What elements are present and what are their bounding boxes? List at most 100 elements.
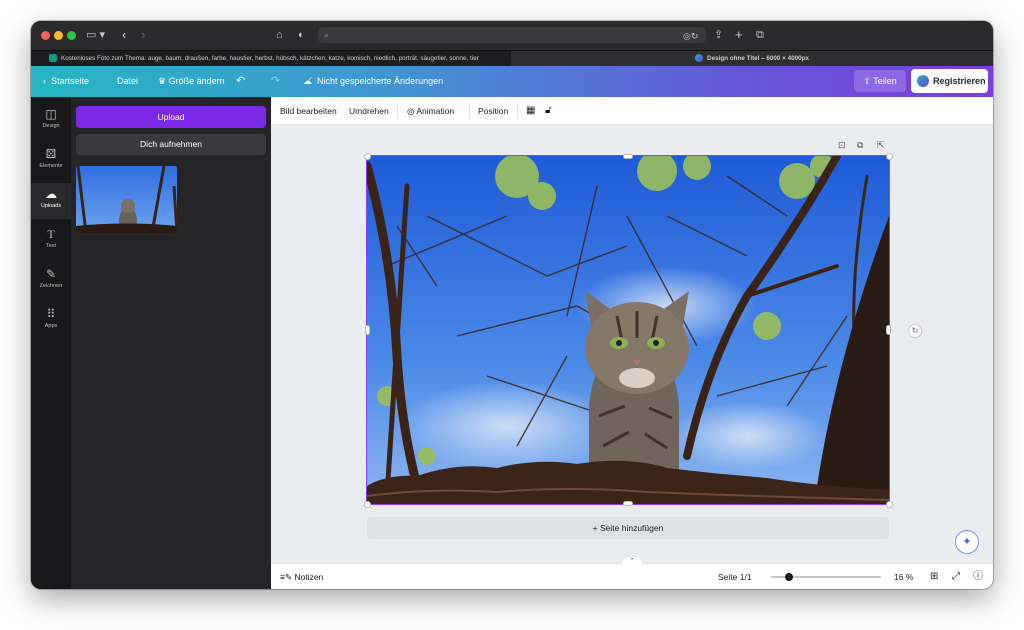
divider (517, 104, 518, 118)
resize-handle-top[interactable] (623, 154, 633, 159)
chevron-up-icon: ⌃ (629, 558, 635, 565)
resize-handle-left[interactable] (365, 325, 370, 335)
rotate-button[interactable]: ↻ (908, 324, 922, 338)
zoom-slider[interactable] (771, 573, 881, 581)
lock-button[interactable]: 🔓︎ (545, 97, 551, 125)
nav-label: Design (42, 123, 60, 129)
nav-draw[interactable]: ✎ Zeichnen (31, 267, 71, 289)
cloud-off-icon: ☁̸ (303, 76, 318, 86)
nav-uploads[interactable]: ☁ Uploads (31, 183, 71, 219)
transparency-button[interactable]: ▦ (526, 97, 535, 125)
nav-apps[interactable]: ⠿ Apps (31, 307, 71, 329)
nav-design[interactable]: ◫ Design (31, 107, 71, 129)
share-icon[interactable]: ⇪ (714, 30, 723, 41)
nav-label: Uploads (40, 203, 62, 209)
text-icon: T (47, 227, 55, 241)
edit-image-button[interactable]: Bild bearbeiten (280, 97, 337, 125)
resize-handle-top-right[interactable] (886, 153, 893, 160)
checkerboard-icon: ▦ (526, 105, 536, 116)
home-link[interactable]: ‹ Startseite (43, 66, 89, 97)
register-button[interactable]: Registrieren (911, 69, 988, 93)
record-yourself-button[interactable]: Dich aufnehmen (76, 134, 266, 155)
show-pages-button[interactable]: ⌃ (622, 557, 642, 565)
grid-view-button[interactable]: ⊞ (930, 564, 938, 589)
tab-canva-design[interactable]: Design ohne Titel – 6000 × 4000px (511, 51, 993, 67)
sparkle-icon: ✦ (962, 536, 972, 548)
resize-handle-top-left[interactable] (364, 153, 371, 160)
close-window-button[interactable] (41, 31, 50, 40)
design-page[interactable] (366, 155, 890, 505)
nav-label: Apps (44, 323, 58, 329)
notes-button[interactable]: ≡✎ Notizen (280, 564, 323, 589)
zoom-value[interactable]: 16 % (894, 564, 913, 589)
resize-handle-bottom[interactable] (623, 501, 633, 506)
nav-label: Elemente (39, 163, 63, 169)
share-label: Teilen (873, 76, 897, 86)
forward-icon[interactable]: › (141, 28, 145, 41)
unsaved-status: ☁̸ Nicht gespeicherte Änderungen (303, 66, 443, 97)
grid-view-icon: ⊞ (930, 571, 939, 582)
file-label: Datei (117, 76, 139, 86)
upload-button[interactable]: Upload (76, 106, 266, 128)
crown-icon: ♛ (158, 76, 169, 86)
undo-button[interactable]: ↶ (236, 66, 245, 97)
elements-icon: ⚄ (45, 147, 57, 161)
shield-icon[interactable]: ◐ (298, 30, 305, 41)
help-button[interactable]: ⓘ (973, 564, 983, 589)
resize-handle-bottom-right[interactable] (886, 501, 893, 508)
zoom-window-button[interactable] (67, 31, 76, 40)
browser-toolbar: ▭ ▾ ‹ › ⌂ ◐ ⌕ ◎↻ ⇪ + ⧉ (31, 21, 993, 50)
resize-button[interactable]: ♛ Größe ändern (158, 66, 225, 97)
resize-label: Größe ändern (168, 76, 225, 86)
pexels-favicon-icon (49, 54, 57, 63)
uploads-panel: Upload Dich aufnehmen (71, 97, 271, 589)
home-label: Startseite (51, 76, 90, 86)
canva-logo-icon (917, 75, 929, 87)
address-bar[interactable]: ⌕ (318, 27, 706, 43)
draw-icon: ✎ (45, 267, 57, 281)
tab-bar: Kostenloses Foto zum Thema: auge, baum, … (31, 50, 993, 67)
flip-button[interactable]: Umdrehen (349, 97, 389, 125)
tab-pexels[interactable]: Kostenloses Foto zum Thema: auge, baum, … (45, 51, 511, 67)
resize-handle-right[interactable] (886, 325, 891, 335)
uploaded-image-thumbnail[interactable] (76, 166, 177, 233)
bottom-bar: ⌃ ≡✎ Notizen Seite 1/1 16 % ⊞ ⤢ ⓘ (271, 557, 993, 589)
position-button[interactable]: Position (478, 97, 508, 125)
back-icon[interactable]: ‹ (122, 28, 126, 41)
sidebar-toggle-icon[interactable]: ▭ ▾ (86, 30, 105, 41)
tab-overview-icon[interactable]: ⧉ (756, 30, 764, 41)
add-page-button[interactable]: + Seite hinzufügen (367, 517, 889, 539)
extensions-icon[interactable]: ◎↻ (683, 31, 698, 42)
nav-elements[interactable]: ⚄ Elemente (31, 147, 71, 169)
redo-button[interactable]: ↷ (271, 66, 280, 97)
divider (469, 104, 470, 118)
redo-icon: ↷ (271, 75, 281, 87)
browser-window: ▭ ▾ ‹ › ⌂ ◐ ⌕ ◎↻ ⇪ + ⧉ Kostenloses Foto … (31, 21, 993, 589)
editor-toolbar: Bild bearbeiten Umdrehen ◎ Animation Pos… (271, 97, 993, 125)
add-page-icon[interactable]: ⇱ (877, 140, 885, 151)
canva-header: ‹ Startseite Datei ♛ Größe ändern ↶ ↷ ☁̸… (31, 66, 993, 97)
animation-icon: ◎ (407, 106, 417, 116)
zoom-slider-knob[interactable] (785, 573, 793, 581)
animation-label: Animation (416, 106, 455, 116)
register-label: Registrieren (933, 76, 986, 86)
canvas-area: ⊡ ⧉ ⇱ ↻ + Seite hinzufügen ✦ (271, 125, 993, 563)
nav-text[interactable]: T Text (31, 227, 71, 249)
cat-photo-image (367, 156, 889, 504)
duplicate-page-icon[interactable]: ⧉ (857, 140, 863, 151)
home-icon[interactable]: ⌂ (276, 30, 283, 41)
minimize-window-button[interactable] (54, 31, 63, 40)
resize-handle-bottom-left[interactable] (364, 501, 371, 508)
new-tab-icon[interactable]: + (735, 28, 743, 41)
share-button[interactable]: ⇪ Teilen (854, 70, 906, 92)
help-icon: ⓘ (973, 571, 983, 582)
animation-button[interactable]: ◎ Animation (407, 97, 454, 125)
notes-icon: ≡✎ (280, 572, 295, 582)
file-menu[interactable]: Datei (117, 66, 138, 97)
page-indicator[interactable]: Seite 1/1 (718, 564, 752, 589)
chevron-left-icon: ‹ (43, 76, 51, 86)
nav-label: Zeichnen (39, 283, 63, 289)
fullscreen-button[interactable]: ⤢ (952, 564, 960, 589)
lock-page-icon[interactable]: ⊡ (838, 140, 846, 151)
magic-assistant-button[interactable]: ✦ (955, 530, 979, 554)
